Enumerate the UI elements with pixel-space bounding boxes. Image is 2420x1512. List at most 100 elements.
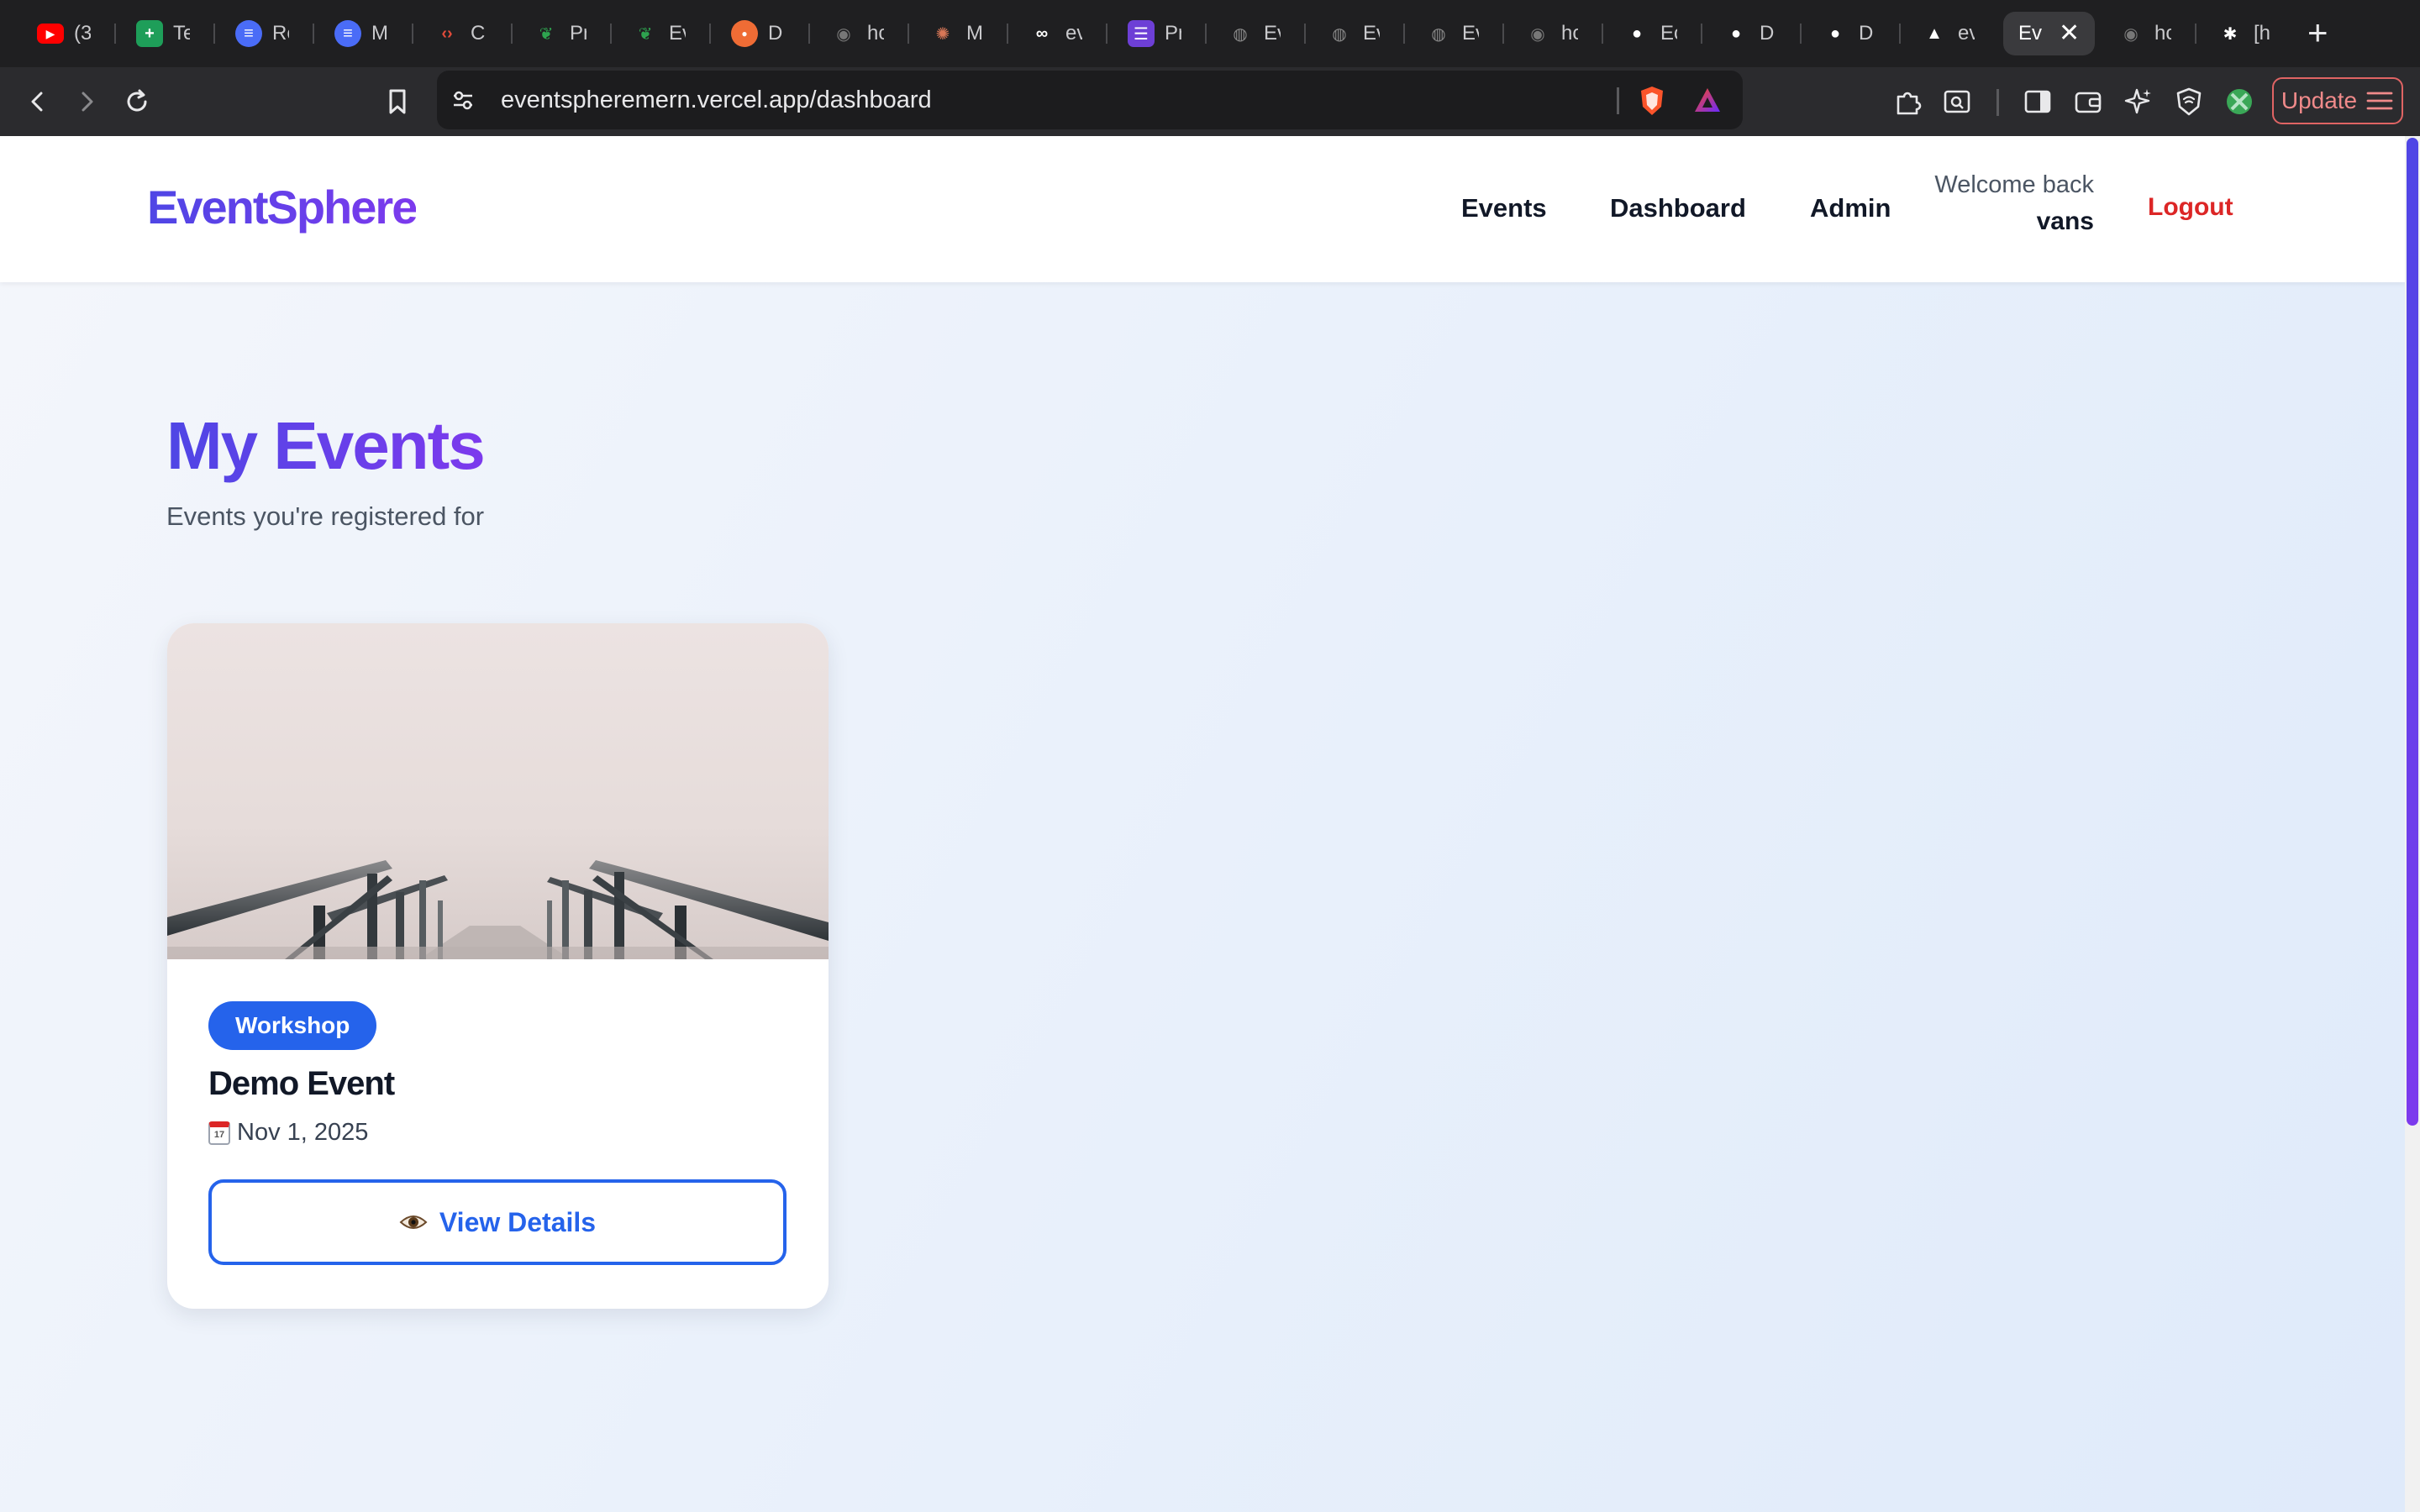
event-title: Demo Event	[208, 1065, 395, 1102]
page-scrollbar[interactable]	[2405, 136, 2420, 1512]
browser-tab[interactable]: ‹› C	[434, 12, 487, 55]
browser-tab[interactable]: ≡ Re	[235, 12, 289, 55]
address-bar[interactable]: eventspheremern.vercel.app/dashboard	[437, 71, 1743, 129]
tab-separator	[709, 24, 711, 44]
nav-link-admin[interactable]: Admin	[1810, 193, 1891, 223]
wallet-button[interactable]	[2067, 81, 2109, 123]
tab-title: Ev	[1264, 22, 1281, 45]
close-tab-icon[interactable]: ✕	[2059, 21, 2080, 46]
browser-tab[interactable]: ◍ Ev	[1227, 12, 1281, 55]
tab-title: Re	[272, 22, 289, 45]
tab-separator	[1007, 24, 1008, 44]
profile-button[interactable]	[2218, 81, 2260, 123]
browser-tab[interactable]: ✺ M	[929, 12, 983, 55]
tab-title: M	[371, 22, 388, 45]
logout-button[interactable]: Logout	[2148, 193, 2233, 222]
nav-link-events[interactable]: Events	[1461, 193, 1547, 223]
tab-title: Ev	[1462, 22, 1479, 45]
site-navbar: EventSphere Events Dashboard Admin Welco…	[0, 136, 2405, 282]
nav-link-dashboard[interactable]: Dashboard	[1610, 193, 1746, 223]
event-image	[167, 623, 829, 959]
tab-title: Ev	[1363, 22, 1380, 45]
url-text: eventspheremern.vercel.app/dashboard	[501, 86, 932, 113]
forward-button[interactable]	[66, 81, 108, 123]
browser-tab[interactable]: ● Ec	[1623, 12, 1677, 55]
browser-tab[interactable]: ▲ ev	[1921, 12, 1975, 55]
tab-separator	[610, 24, 612, 44]
scrollbar-thumb[interactable]	[2407, 138, 2418, 1126]
doc-lines-icon: ≡	[334, 20, 361, 47]
site-settings-icon[interactable]	[450, 87, 476, 113]
youtube-icon: ▶	[37, 24, 64, 44]
browser-tab[interactable]: ◍ Ev	[1326, 12, 1380, 55]
link-icon: ∞	[1035, 24, 1049, 43]
calendar-icon: 17	[208, 1121, 230, 1145]
browser-tab[interactable]: ❦ Ev	[632, 12, 686, 55]
tab-separator	[1304, 24, 1306, 44]
welcome-text: Welcome back	[1934, 171, 2094, 198]
tab-separator	[114, 24, 116, 44]
category-badge: Workshop	[208, 1001, 377, 1050]
update-button[interactable]: Update	[2272, 77, 2403, 124]
browser-tab[interactable]: ▶ (3	[37, 12, 91, 55]
page-subtitle: Events you're registered for	[166, 501, 485, 531]
toolbar-divider	[1996, 89, 1999, 116]
brave-shields-icon[interactable]	[1637, 84, 1667, 118]
browser-tab[interactable]: ◉ hc	[2118, 12, 2171, 55]
brand-logo[interactable]: EventSphere	[147, 180, 418, 234]
sidebar-button[interactable]	[2017, 81, 2059, 123]
browser-tab[interactable]: ◉ hc	[830, 12, 884, 55]
browser-tab[interactable]: ✱ [h	[2217, 12, 2270, 55]
tab-separator	[511, 24, 513, 44]
event-card: Workshop Demo Event 17 Nov 1, 2025 View …	[167, 623, 829, 1309]
shield-wifi-icon	[2176, 87, 2202, 116]
brave-rewards-icon[interactable]	[1692, 86, 1723, 114]
browser-tab[interactable]: ❦ Pr	[533, 12, 587, 55]
postman-icon: ●	[731, 20, 758, 47]
view-details-button[interactable]: View Details	[208, 1179, 786, 1265]
browser-tab[interactable]: ◉ hc	[1524, 12, 1578, 55]
tab-active[interactable]: Ev ✕	[2003, 12, 2096, 55]
mongodb-leaf-icon: ❦	[638, 24, 653, 44]
browser-tab[interactable]: ● D	[1723, 12, 1776, 55]
doc-lines-icon: ≡	[235, 20, 262, 47]
browser-toolbar: eventspheremern.vercel.app/dashboard Upd…	[0, 67, 2420, 136]
github-icon: ●	[1730, 24, 1742, 43]
sheets-icon: +	[136, 20, 163, 47]
browser-tab[interactable]: + Te	[136, 12, 190, 55]
browser-tab[interactable]: ● D	[1822, 12, 1876, 55]
sparkle-icon	[2124, 88, 2151, 114]
leo-ai-button[interactable]	[2118, 81, 2160, 123]
extensions-button[interactable]	[1887, 81, 1929, 123]
browser-tab[interactable]: ≡ M	[334, 12, 388, 55]
tab-title: Te	[173, 22, 190, 45]
tab-separator	[1106, 24, 1107, 44]
bookmark-button[interactable]	[376, 81, 418, 123]
screenshot-button[interactable]	[1936, 81, 1978, 123]
vpn-button[interactable]	[2168, 81, 2210, 123]
new-tab-button[interactable]: +	[2307, 15, 2328, 50]
github-icon: ●	[1829, 24, 1841, 43]
view-details-label: View Details	[439, 1206, 597, 1237]
update-label: Update	[2281, 87, 2358, 113]
tab-title: Ev	[2018, 22, 2042, 45]
browser-tab[interactable]: ● D	[731, 12, 785, 55]
reload-button[interactable]	[116, 81, 158, 123]
tab-separator	[1502, 24, 1504, 44]
tab-separator	[808, 24, 810, 44]
tab-separator	[908, 24, 909, 44]
back-button[interactable]	[17, 81, 59, 123]
browser-tab[interactable]: ☰ Pr	[1128, 12, 1181, 55]
tab-title: ev	[1958, 22, 1975, 45]
hamburger-menu-icon	[2366, 92, 2393, 110]
browser-tab[interactable]: ∞ ev	[1028, 12, 1082, 55]
event-date-row: 17 Nov 1, 2025	[208, 1119, 368, 1147]
reload-icon	[127, 89, 147, 112]
vercel-icon: ▲	[1926, 24, 1943, 43]
tab-separator	[1899, 24, 1901, 44]
tab-title: (3	[74, 22, 91, 45]
tab-title: Ev	[669, 22, 686, 45]
welcome-block: Welcome back vans	[1934, 171, 2094, 236]
browser-tab[interactable]: ◍ Ev	[1425, 12, 1479, 55]
puzzle-icon	[1897, 92, 1922, 115]
